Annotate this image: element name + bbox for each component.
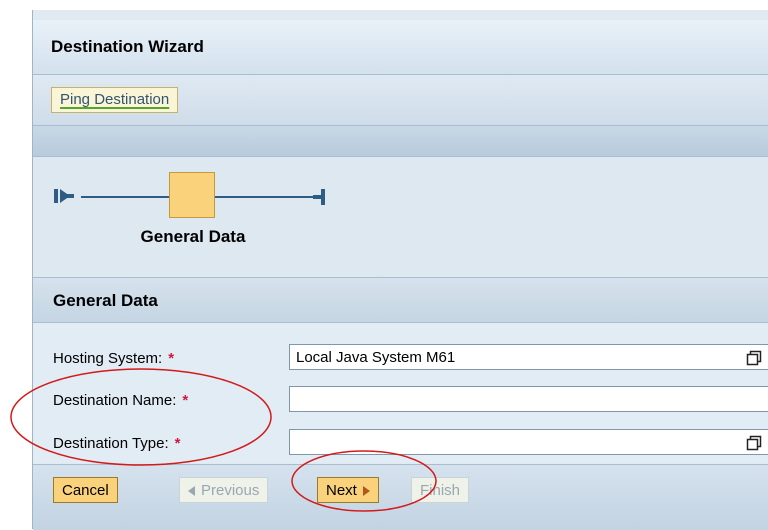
hosting-system-label: Hosting System:	[53, 350, 163, 367]
cancel-label: Cancel	[62, 482, 109, 499]
ping-destination-label: Ping Destination	[60, 91, 170, 108]
destination-name-field[interactable]	[289, 386, 768, 412]
hosting-system-value: Local Java System M61	[296, 349, 456, 366]
wizard-window: Destination Wizard Ping Destination Gene…	[32, 10, 768, 530]
destination-type-field[interactable]	[289, 429, 768, 455]
destination-type-label: Destination Type:	[53, 435, 169, 452]
required-indicator: *	[174, 435, 181, 452]
separator-strip	[33, 126, 768, 157]
cancel-button[interactable]: Cancel	[53, 477, 118, 503]
roadmap-connector-right	[215, 196, 315, 198]
wizard-title: Destination Wizard	[51, 37, 204, 56]
general-data-form: Hosting System: * Local Java System M61 D…	[33, 323, 768, 463]
finish-button[interactable]: Finish	[411, 477, 470, 503]
wizard-footer: Cancel Previous Next Finish	[33, 464, 768, 530]
destination-type-label-wrap: Destination Type: *	[53, 435, 180, 452]
section-title: General Data	[53, 291, 158, 310]
next-button[interactable]: Next	[317, 477, 379, 503]
required-indicator: *	[182, 392, 189, 409]
hosting-system-label-wrap: Hosting System: *	[53, 350, 174, 367]
section-header: General Data	[33, 278, 768, 323]
roadmap-connector-left	[81, 196, 169, 198]
roadmap-start-icon	[54, 189, 74, 203]
previous-button[interactable]: Previous	[179, 477, 269, 503]
ping-destination-button[interactable]: Ping Destination	[51, 87, 179, 113]
arrow-right-icon	[362, 486, 370, 497]
roadmap: General Data	[33, 157, 768, 278]
roadmap-step-label: General Data	[140, 227, 246, 246]
title-bar: Destination Wizard	[33, 20, 768, 75]
hosting-system-field[interactable]: Local Java System M61	[289, 344, 768, 370]
roadmap-step-general-data[interactable]	[169, 172, 215, 218]
required-indicator: *	[168, 350, 175, 367]
finish-label: Finish	[420, 482, 461, 499]
next-label: Next	[326, 482, 357, 499]
destination-name-label-wrap: Destination Name: *	[53, 392, 188, 409]
roadmap-end-icon	[313, 189, 325, 205]
value-help-icon[interactable]	[746, 435, 762, 451]
destination-name-label: Destination Name:	[53, 392, 177, 409]
toolbar: Ping Destination	[33, 75, 768, 126]
previous-label: Previous	[201, 482, 260, 499]
value-help-icon[interactable]	[746, 350, 762, 366]
arrow-left-icon	[188, 486, 195, 497]
